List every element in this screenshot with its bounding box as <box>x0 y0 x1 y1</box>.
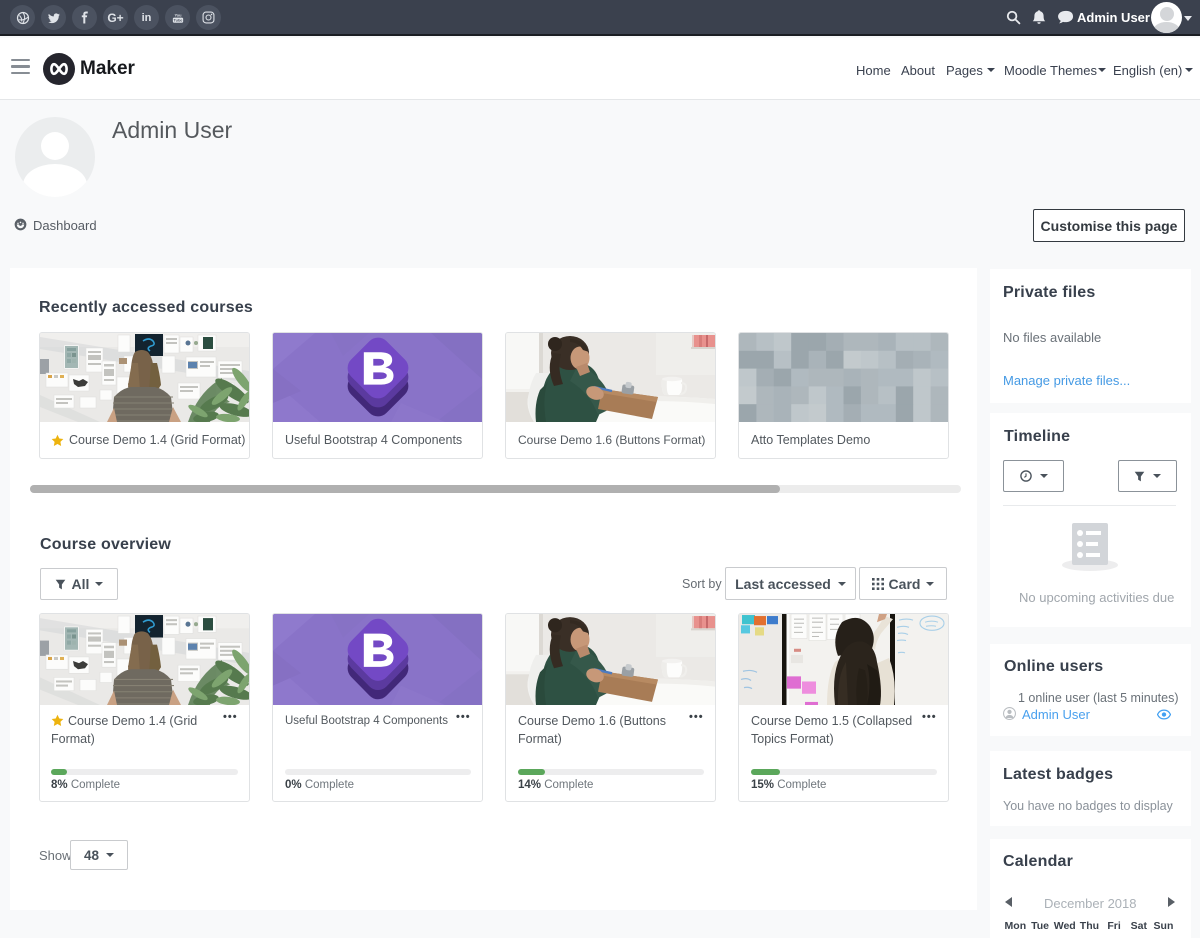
svg-text:You: You <box>174 13 182 17</box>
svg-text:Tube: Tube <box>173 18 182 22</box>
